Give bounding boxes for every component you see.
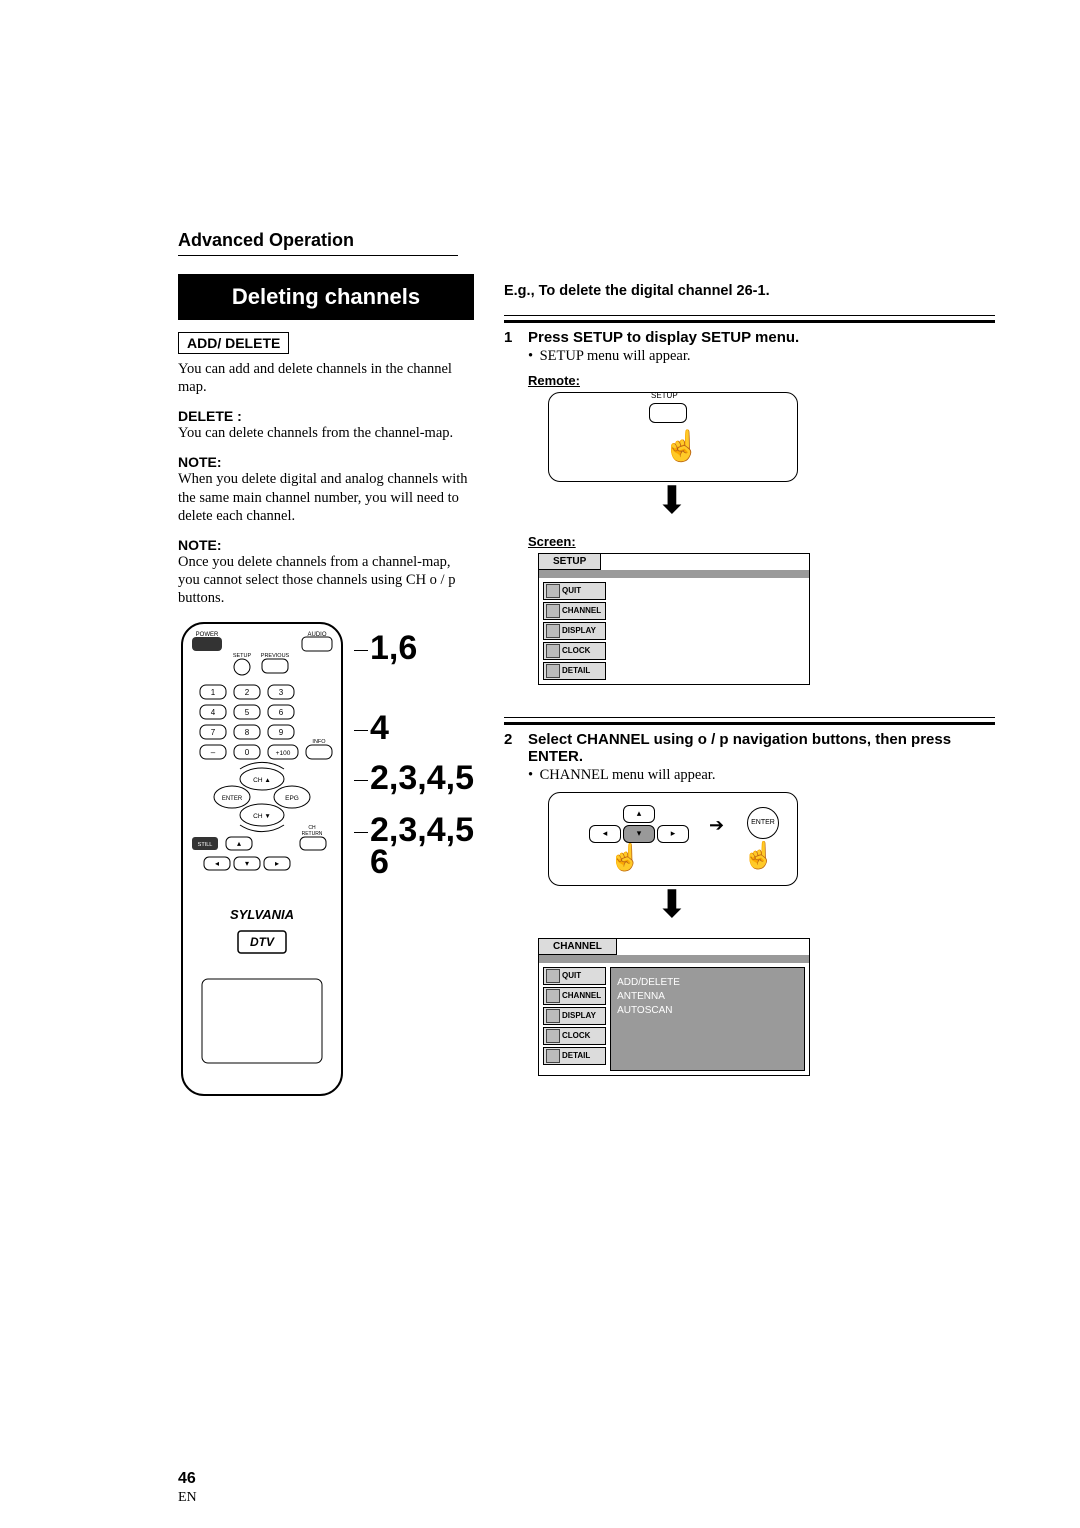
delete-desc: You can delete channels from the channel…	[178, 424, 474, 442]
svg-text:PREVIOUS: PREVIOUS	[261, 653, 290, 659]
page-language: EN	[178, 1490, 197, 1506]
svg-text:1: 1	[211, 688, 216, 697]
svg-text:ENTER: ENTER	[222, 796, 243, 802]
svg-text:SYLVANIA: SYLVANIA	[230, 907, 294, 922]
svg-text:SETUP: SETUP	[233, 653, 252, 659]
enter-icon: ENTER	[747, 807, 779, 839]
svg-text:CH ▲: CH ▲	[253, 777, 271, 784]
svg-text:+100: +100	[276, 750, 291, 757]
heading-rule	[178, 255, 458, 256]
svg-text:EPG: EPG	[285, 795, 299, 802]
add-delete-label: ADD/ DELETE	[178, 332, 289, 354]
left-column: Deleting channels ADD/ DELETE You can ad…	[178, 268, 474, 1099]
nav-up-icon: ▴	[623, 805, 655, 823]
svg-text:▸: ▸	[275, 859, 279, 868]
svg-text:0: 0	[245, 748, 250, 757]
channel-menu-screen: CHANNEL QUIT CHANNEL DISPLAY CLOCK DETAI…	[538, 938, 810, 1076]
remote-callouts: 1,6 4 2,3,4,5 2,3,4,5 6	[354, 619, 474, 883]
hand-icon: ☝	[743, 841, 775, 871]
svg-text:RETURN: RETURN	[302, 831, 323, 837]
svg-text:POWER: POWER	[196, 632, 219, 638]
page-number: 46	[178, 1470, 196, 1488]
step-2: 2 Select CHANNEL using o / p navigation …	[504, 731, 995, 1088]
svg-text:CH ▼: CH ▼	[253, 813, 271, 820]
note2-label: NOTE:	[178, 537, 474, 553]
svg-text:7: 7	[211, 728, 216, 737]
hand-icon: ☝	[609, 843, 641, 873]
svg-text:5: 5	[245, 708, 250, 717]
svg-text:▴: ▴	[237, 839, 241, 848]
svg-text:8: 8	[245, 728, 250, 737]
example-line: E.g., To delete the digital channel 26-1…	[504, 283, 995, 299]
svg-text:STILL: STILL	[198, 842, 213, 848]
delete-label: DELETE :	[178, 408, 474, 424]
main-title-bar: Deleting channels	[178, 274, 474, 320]
remote-illustration: POWER AUDIO SETUP PREVIOUS 1 2 3 4	[178, 619, 348, 1099]
svg-text:3: 3	[279, 688, 284, 697]
setup-menu-screen: SETUP QUIT CHANNEL DISPLAY CLOCK DETAIL	[538, 553, 810, 685]
svg-text:6: 6	[279, 708, 284, 717]
svg-text:INFO: INFO	[312, 739, 326, 745]
svg-text:2: 2	[245, 688, 250, 697]
note1-desc: When you delete digital and analog chann…	[178, 470, 474, 524]
note2-desc: Once you delete channels from a channel-…	[178, 553, 474, 607]
add-delete-desc: You can add and delete channels in the c…	[178, 360, 474, 396]
section-heading: Advanced Operation	[178, 230, 995, 251]
svg-text:–: –	[211, 748, 216, 757]
svg-text:4: 4	[211, 708, 216, 717]
right-column: E.g., To delete the digital channel 26-1…	[504, 268, 995, 1099]
svg-text:▾: ▾	[245, 859, 249, 868]
nav-down-icon: ▾	[623, 825, 655, 843]
svg-text:◂: ◂	[215, 859, 219, 868]
step-1: 1 Press SETUP to display SETUP menu. • S…	[504, 329, 995, 697]
svg-text:AUDIO: AUDIO	[307, 632, 326, 638]
arrow-right-icon: ➔	[709, 815, 724, 836]
note1-label: NOTE:	[178, 454, 474, 470]
svg-text:9: 9	[279, 728, 284, 737]
svg-text:DTV: DTV	[250, 935, 275, 949]
nav-left-icon: ◂	[589, 825, 621, 843]
